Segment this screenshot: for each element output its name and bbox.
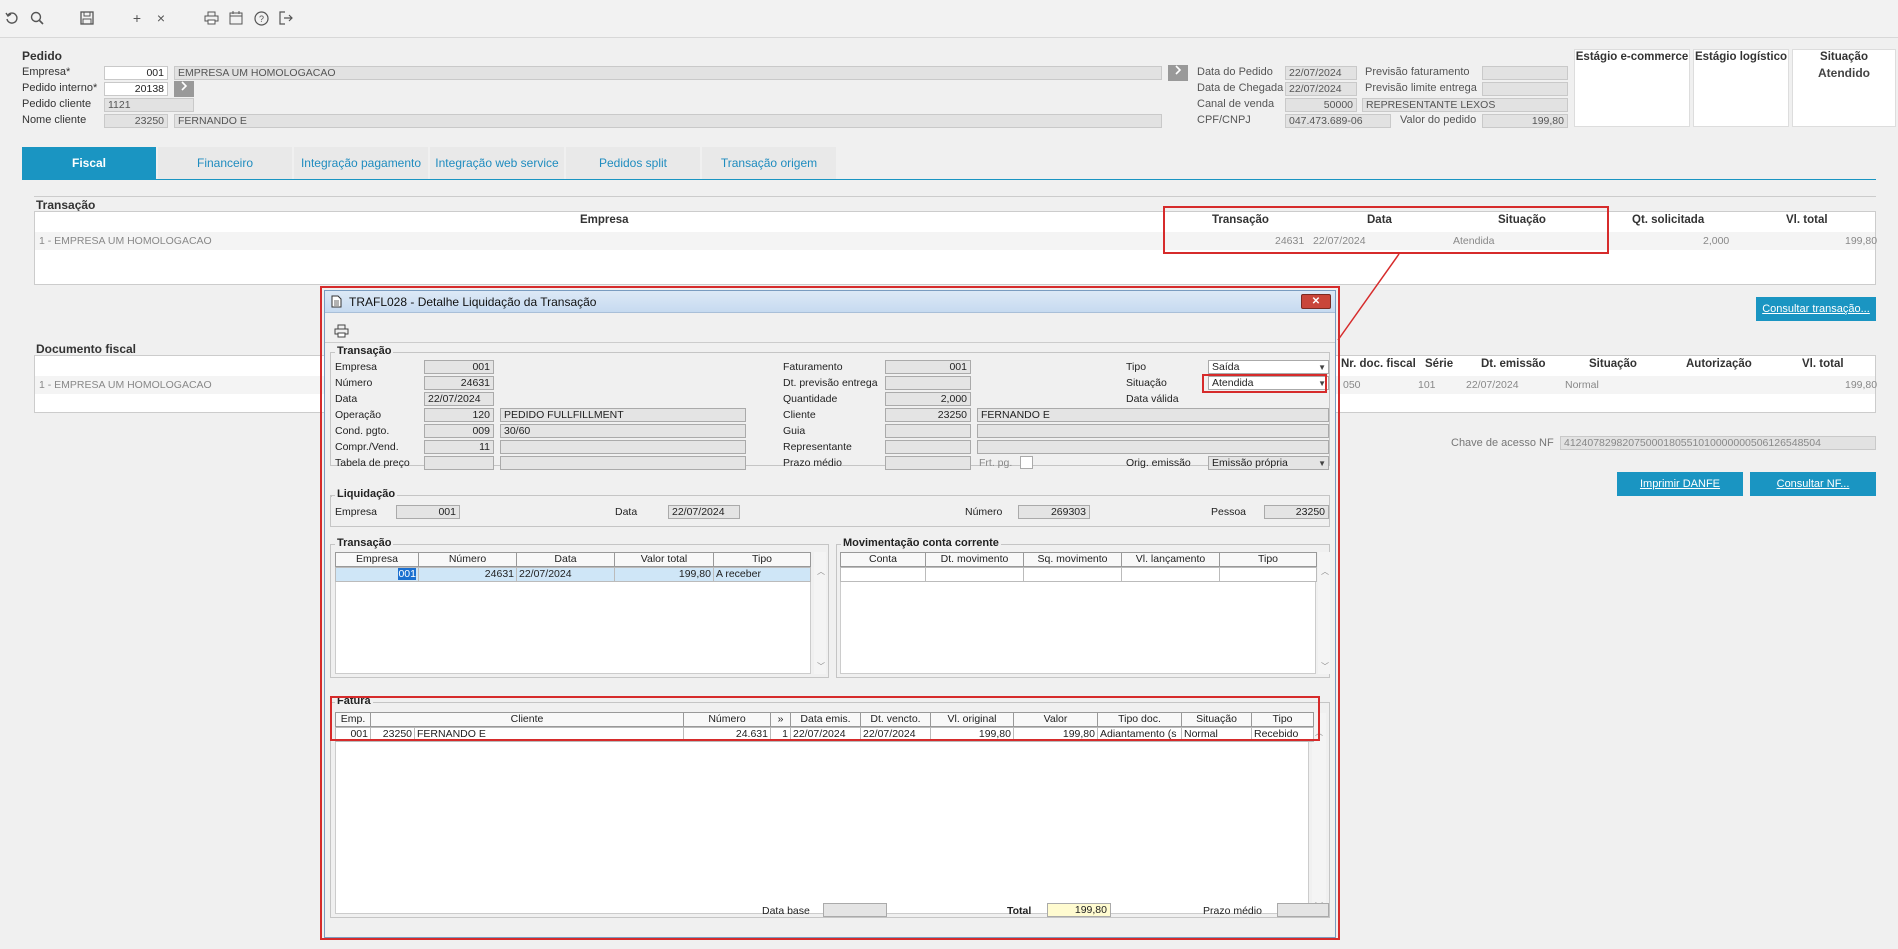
previsao-limite-label: Previsão limite entrega (1365, 82, 1477, 94)
empresa-label: Empresa* (22, 66, 71, 78)
previsao-faturamento-field (1482, 66, 1568, 80)
data-pedido-field: 22/07/2024 (1285, 66, 1357, 80)
col-situacao: Situação (1589, 358, 1637, 370)
pedido-interno-field[interactable]: 20138 (104, 82, 168, 96)
tab-transacao-origem[interactable]: Transação origem (702, 147, 836, 179)
estagio-logistico-label: Estágio logístico (1694, 51, 1787, 63)
tab-integracao-pagamento[interactable]: Integração pagamento (294, 147, 428, 179)
highlight-transacao (1163, 206, 1609, 254)
estagio-ecommerce-box: Estágio e-commerce (1574, 49, 1690, 127)
estagio-logistico-box: Estágio logístico (1693, 49, 1789, 127)
data-chegada-label: Data de Chegada (1197, 82, 1284, 94)
situacao-box: Situação Atendido (1792, 49, 1896, 127)
close-icon[interactable]: × (153, 10, 169, 26)
pedido-section-title: Pedido (22, 49, 63, 63)
row-empresa[interactable]: 1 - EMPRESA UM HOMOLOGACAO (39, 235, 212, 247)
chave-label: Chave de acesso NF (1451, 437, 1554, 449)
doc-row-dt[interactable]: 22/07/2024 (1466, 379, 1519, 391)
doc-row-empresa[interactable]: 1 - EMPRESA UM HOMOLOGACAO (39, 379, 212, 391)
col-nr-doc: Nr. doc. fiscal (1341, 358, 1416, 370)
tab-bar: Fiscal Financeiro Integração pagamento I… (22, 147, 838, 179)
tab-fiscal[interactable]: Fiscal (22, 147, 156, 179)
cliente-name-field: FERNANDO E (174, 114, 1162, 128)
previsao-faturamento-label: Previsão faturamento (1365, 66, 1470, 78)
data-chegada-field: 22/07/2024 (1285, 82, 1357, 96)
tab-integracao-web-service[interactable]: Integração web service (430, 147, 564, 179)
tab-pedidos-split[interactable]: Pedidos split (566, 147, 700, 179)
chave-field: 4124078298207500018055101000000050612654… (1560, 436, 1876, 450)
valor-pedido-field: 199,80 (1482, 114, 1568, 128)
consultar-transacao-button[interactable]: Consultar transação... (1756, 297, 1876, 321)
pedido-interno-lookup-button[interactable] (174, 81, 194, 97)
col-qt-solicitada: Qt. solicitada (1632, 214, 1705, 226)
documento-section-title: Documento fiscal (36, 342, 137, 356)
doc-row-vl[interactable]: 199,80 (1845, 379, 1877, 391)
situacao-label: Situação (1820, 51, 1868, 63)
help-icon[interactable]: ? (253, 10, 269, 26)
undo-icon[interactable] (4, 10, 20, 26)
data-pedido-label: Data do Pedido (1197, 66, 1273, 78)
print-icon[interactable] (203, 10, 219, 26)
col-dt-emissao: Dt. emissão (1481, 358, 1546, 370)
col-vl-total: Vl. total (1786, 214, 1828, 226)
svg-text:?: ? (258, 14, 263, 24)
highlight-connector (1337, 253, 1400, 341)
doc-row-serie[interactable]: 101 (1418, 379, 1436, 391)
search-icon[interactable] (29, 10, 45, 26)
cliente-code-field: 23250 (104, 114, 168, 128)
save-icon[interactable] (79, 10, 95, 26)
toolbar: + × ? (0, 0, 1898, 38)
col-serie: Série (1425, 358, 1454, 370)
highlight-dialog (320, 286, 1340, 940)
canal-venda-label: Canal de venda (1197, 98, 1275, 110)
doc-row-nr[interactable]: 050 (1343, 379, 1361, 391)
nome-cliente-label: Nome cliente (22, 114, 87, 126)
cpf-field: 047.473.689-06 (1285, 114, 1391, 128)
pedido-interno-label: Pedido interno* (22, 82, 98, 94)
divider (34, 196, 1876, 197)
canal-venda-code-field: 50000 (1285, 98, 1357, 112)
situacao-value: Atendido (1818, 66, 1870, 80)
col-autorizacao: Autorização (1686, 358, 1752, 370)
pedido-cliente-label: Pedido cliente (22, 98, 92, 110)
canal-venda-name-field: REPRESENTANTE LEXOS (1362, 98, 1568, 112)
tab-underline (22, 179, 1876, 180)
calendar-icon[interactable] (228, 10, 244, 26)
cpf-label: CPF/CNPJ (1197, 114, 1251, 126)
row-qt[interactable]: 2,000 (1703, 235, 1729, 247)
transacao-section-title: Transação (36, 198, 96, 212)
consultar-nf-button[interactable]: Consultar NF... (1750, 472, 1876, 496)
doc-row-situacao[interactable]: Normal (1565, 379, 1599, 391)
imprimir-danfe-button[interactable]: Imprimir DANFE (1617, 472, 1743, 496)
col-vl-total: Vl. total (1802, 358, 1844, 370)
add-icon[interactable]: + (129, 10, 145, 26)
col-empresa: Empresa (580, 214, 629, 226)
empresa-code-field[interactable]: 001 (104, 66, 168, 80)
valor-pedido-label: Valor do pedido (1400, 114, 1477, 126)
exit-icon[interactable] (278, 10, 294, 26)
previsao-limite-field (1482, 82, 1568, 96)
tab-financeiro[interactable]: Financeiro (158, 147, 292, 179)
empresa-lookup-button[interactable] (1168, 65, 1188, 81)
estagio-ecommerce-label: Estágio e-commerce (1575, 51, 1689, 63)
empresa-name-field: EMPRESA UM HOMOLOGACAO (174, 66, 1162, 80)
row-vl[interactable]: 199,80 (1845, 235, 1877, 247)
pedido-cliente-field: 1121 (104, 98, 194, 112)
